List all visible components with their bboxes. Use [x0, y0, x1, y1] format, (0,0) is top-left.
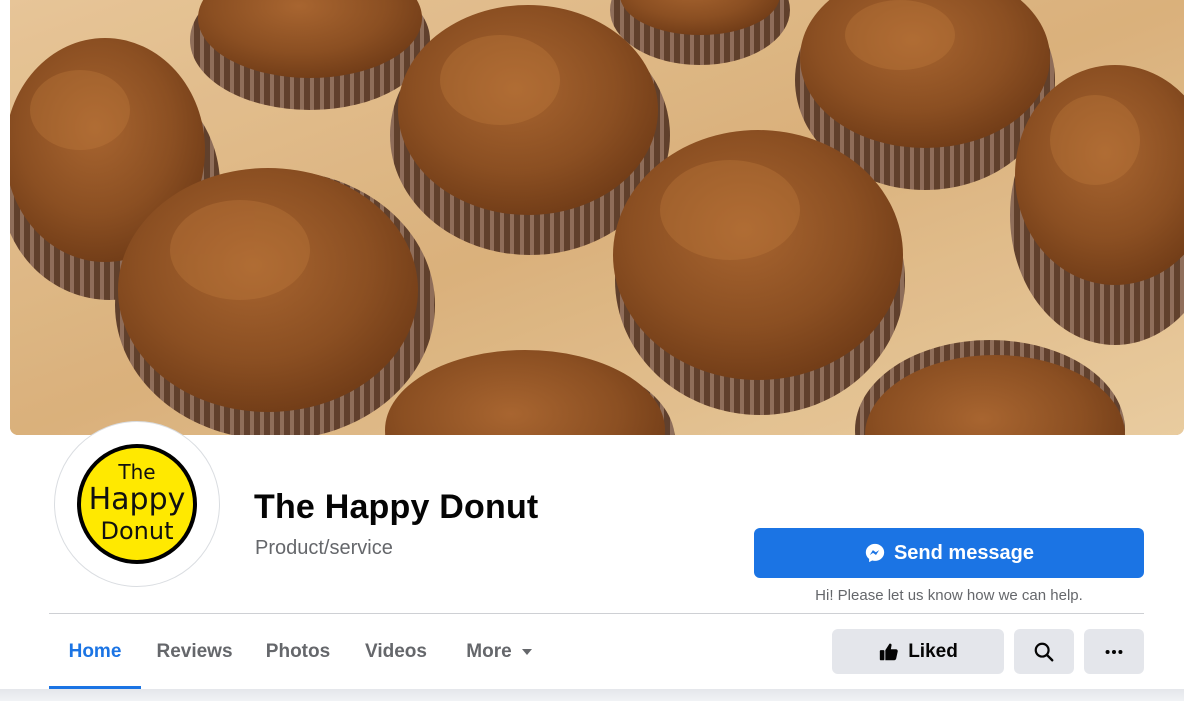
page-avatar[interactable]: The Happy Donut [54, 421, 220, 587]
liked-button[interactable]: Liked [832, 629, 1004, 674]
happy-donut-logo: The Happy Donut [77, 444, 197, 564]
tab-more[interactable]: More [449, 614, 549, 689]
more-options-icon [1105, 649, 1123, 654]
thumbs-up-icon [880, 643, 898, 660]
logo-line-1: The [117, 460, 155, 484]
tab-home-label: Home [68, 640, 122, 662]
tab-photos-label: Photos [265, 640, 331, 662]
liked-label: Liked [908, 640, 958, 662]
message-helper-text: Hi! Please let us know how we can help. [815, 587, 1083, 604]
more-options-button[interactable] [1084, 629, 1144, 674]
muffins-illustration [10, 0, 1184, 435]
search-button[interactable] [1014, 629, 1074, 674]
logo-line-3: Donut [101, 517, 174, 545]
send-message-button[interactable]: Send message [754, 528, 1144, 578]
caret-down-icon [521, 648, 532, 655]
send-message-label: Send message [893, 541, 1035, 564]
tab-reviews-label: Reviews [156, 640, 233, 662]
tab-videos-label: Videos [365, 640, 427, 662]
logo-line-2: Happy [89, 482, 186, 517]
tab-videos[interactable]: Videos [353, 614, 439, 689]
search-icon [1034, 642, 1054, 661]
tab-photos[interactable]: Photos [253, 614, 343, 689]
page-title: The Happy Donut [254, 488, 539, 526]
tab-reviews[interactable]: Reviews [146, 614, 243, 689]
tab-home[interactable]: Home [49, 614, 141, 689]
page-category[interactable]: Product/service [255, 537, 393, 560]
cover-photo[interactable] [10, 0, 1184, 435]
tab-more-label: More [466, 640, 512, 662]
messenger-icon [865, 543, 885, 563]
feed-background [0, 689, 1184, 701]
